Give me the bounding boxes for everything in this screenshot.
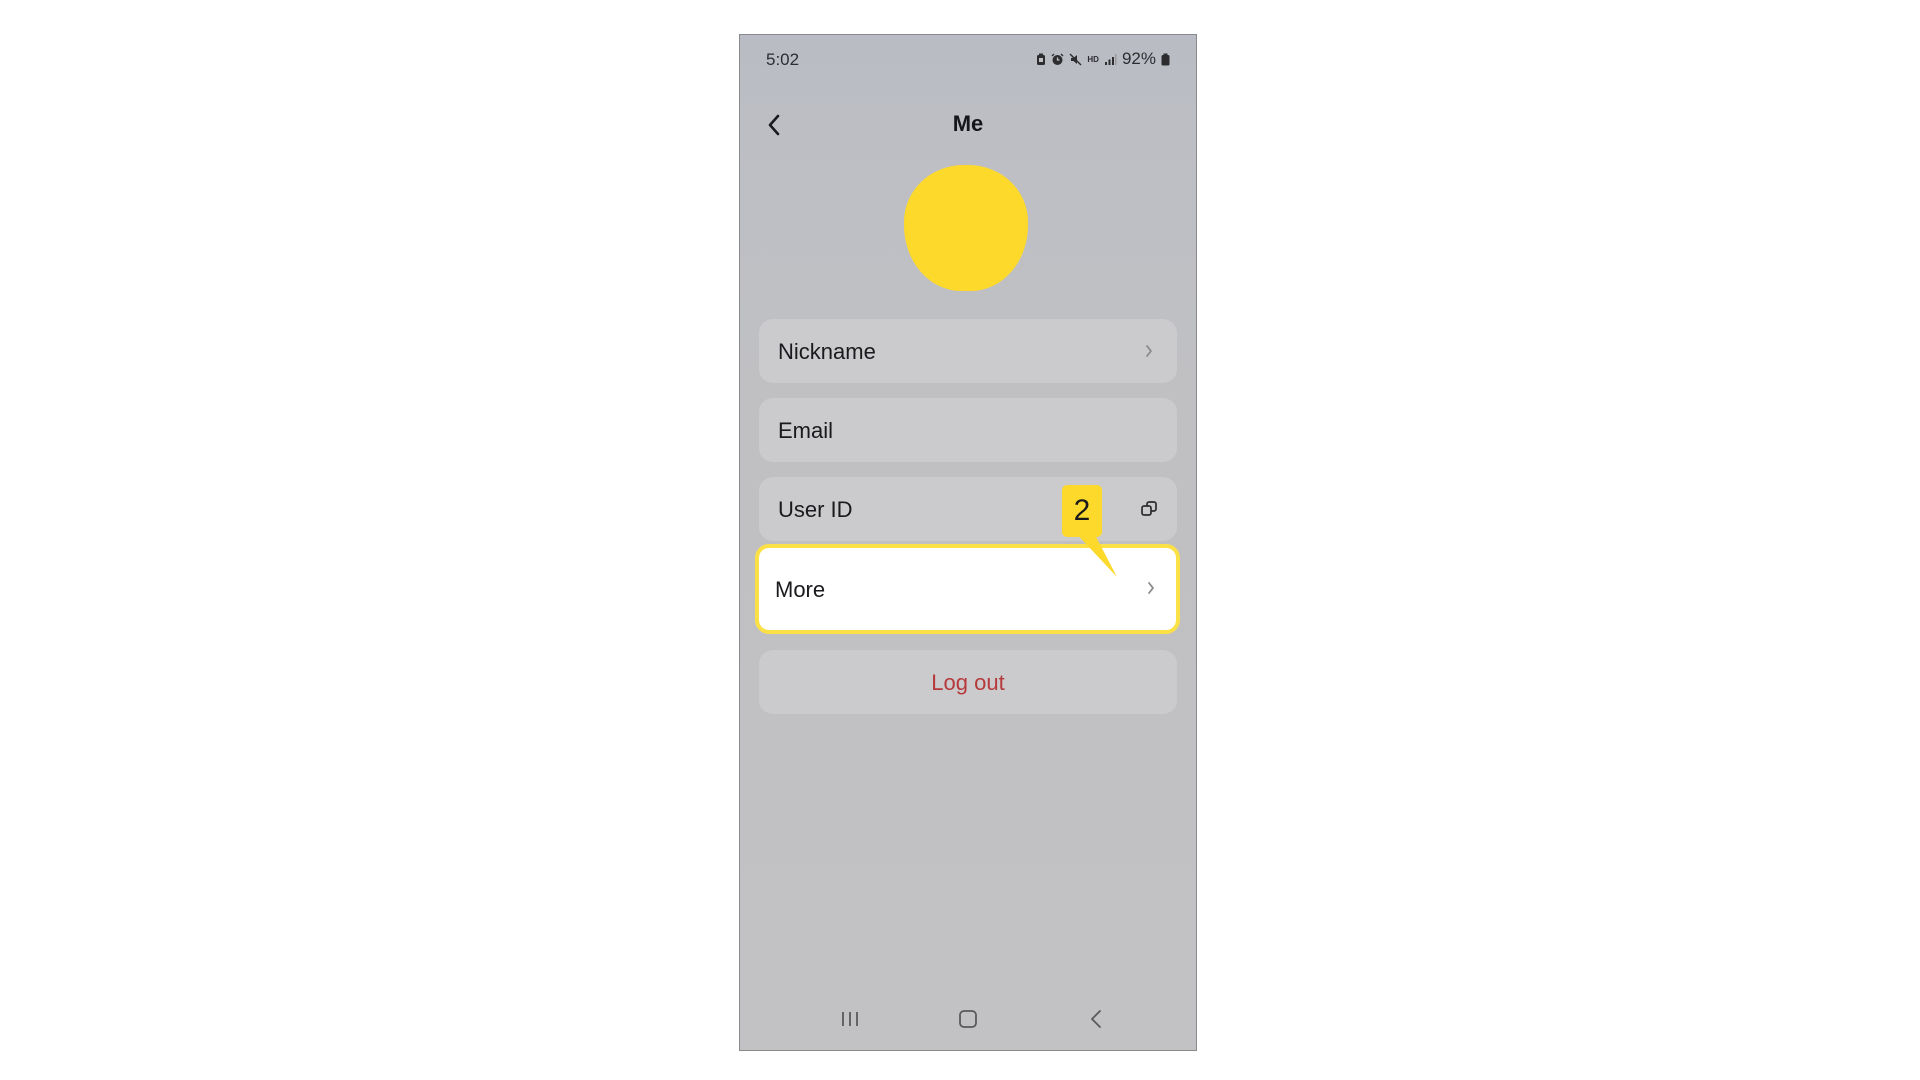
copy-icon[interactable] <box>1139 499 1159 519</box>
recents-button[interactable] <box>830 1004 870 1034</box>
app-bar: Me <box>740 97 1196 153</box>
more-label: More <box>775 577 826 602</box>
nickname-row[interactable]: Nickname <box>759 319 1177 383</box>
logout-button[interactable]: Log out <box>759 650 1177 714</box>
status-time: 5:02 <box>766 50 800 69</box>
nickname-label: Nickname <box>778 339 876 364</box>
page-title: Me <box>952 111 984 136</box>
more-row[interactable]: More <box>755 544 1180 634</box>
battery-icon <box>1161 53 1170 66</box>
phone-screen: 5:02 HD 92% Me Nickname Email User ID Mo… <box>739 34 1197 1051</box>
email-label: Email <box>778 418 834 443</box>
system-back-button[interactable] <box>1076 1004 1116 1034</box>
alarm-icon <box>1051 53 1064 66</box>
navigation-bar <box>740 990 1196 1050</box>
hd-voice-icon: HD <box>1087 54 1099 64</box>
avatar[interactable] <box>904 165 1028 291</box>
battery-saver-icon <box>1036 53 1046 66</box>
signal-icon <box>1104 53 1117 66</box>
chevron-right-icon <box>1141 578 1161 598</box>
email-row: Email <box>759 398 1177 462</box>
user-id-label: User ID <box>778 497 853 522</box>
home-button[interactable] <box>948 1004 988 1034</box>
chevron-right-icon <box>1139 341 1159 361</box>
mute-icon <box>1069 53 1082 66</box>
home-icon <box>959 1010 977 1028</box>
back-icon <box>1091 1010 1101 1028</box>
recents-icon <box>842 1012 858 1026</box>
user-id-row: User ID <box>759 477 1177 541</box>
logout-label: Log out <box>931 670 1005 695</box>
status-bar: 5:02 HD 92% <box>740 35 1196 85</box>
status-icons: HD 92% <box>1036 49 1170 69</box>
battery-percent: 92% <box>1121 49 1156 68</box>
